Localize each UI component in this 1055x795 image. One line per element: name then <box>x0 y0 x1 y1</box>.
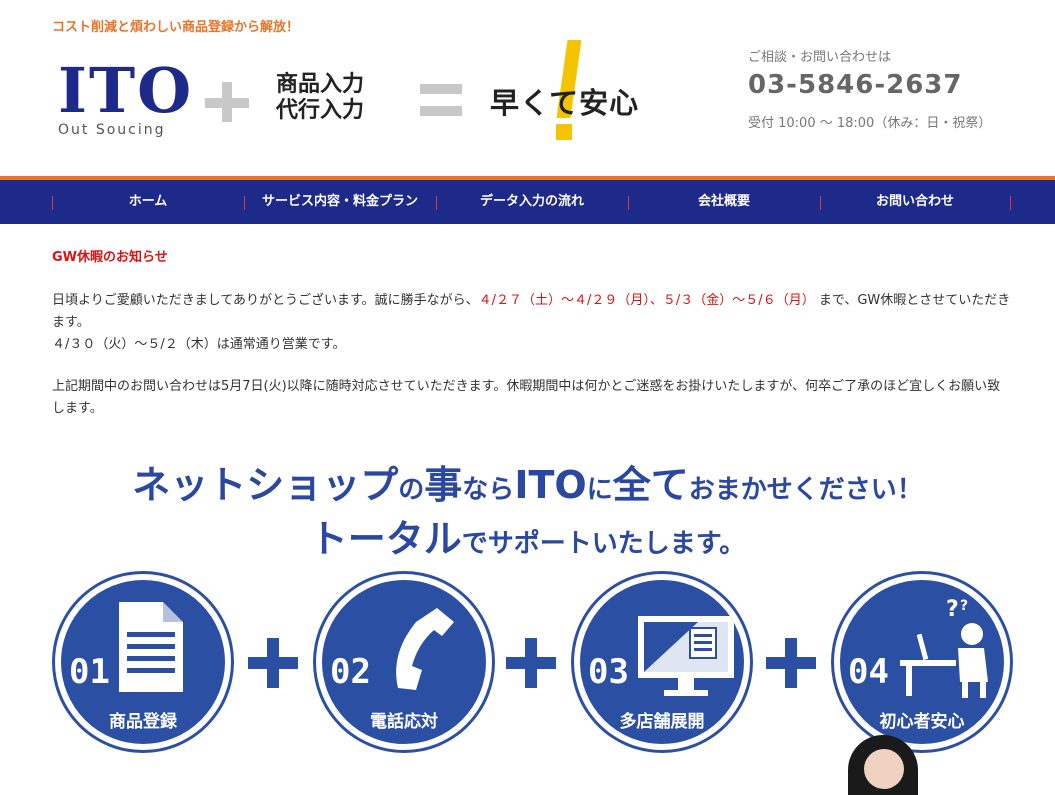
nav-item-flow[interactable]: データ入力の流れ <box>436 180 628 224</box>
contact-hours: 受付 10:00 ～ 18:00（休み：日・祝祭） <box>748 116 992 131</box>
service-label: 商品登録 <box>109 712 177 732</box>
nav-item-contact[interactable]: お問い合わせ <box>820 180 1010 224</box>
document-icon <box>119 602 183 692</box>
site-logo[interactable]: ITO Out Soucing <box>58 54 194 139</box>
nav-item-services[interactable]: サービス内容・料金プラン <box>244 180 436 224</box>
service-circle-product-registration[interactable]: 01 商品登録 <box>55 574 231 750</box>
svg-text:?: ? <box>946 597 959 622</box>
service-number: 04 <box>848 652 889 692</box>
plus-icon <box>205 82 249 122</box>
holiday-dates: ４/２７（土）～４/２９（月）、５/３（金）～５/６（月） <box>478 293 815 308</box>
monitor-icon <box>638 616 734 696</box>
main-heading: ネットショップの事ならITOに全ておまかせください！ トータルでサポートいたしま… <box>0 462 1055 570</box>
contact-label: ご相談・お問い合わせは <box>748 50 892 65</box>
plus-icon <box>506 638 556 688</box>
news-body: 日頃よりご愛顧いただきましてありがとうございます。誠に勝手ながら、４/２７（土）… <box>52 290 1012 420</box>
nav-item-home[interactable]: ホーム <box>52 180 244 224</box>
heading-line-1: ネットショップの事ならITOに全ておまかせください！ <box>132 463 923 507</box>
plus-icon <box>248 638 298 688</box>
logo-wordmark: ITO <box>58 54 194 127</box>
nav-separator <box>1010 196 1011 210</box>
service-label: 初心者安心 <box>879 712 965 732</box>
service-line-1: 商品入力 <box>276 72 365 97</box>
news-title: GW休暇のお知らせ <box>52 250 168 265</box>
person-desk-icon: ? ? <box>900 597 988 698</box>
service-line-2: 代行入力 <box>276 98 365 123</box>
header-slogan: 早くて安心 <box>490 86 640 120</box>
main-nav: ホーム サービス内容・料金プラン データ入力の流れ 会社概要 お問い合わせ <box>0 176 1055 224</box>
equals-icon <box>420 84 462 118</box>
service-number: 02 <box>330 652 371 692</box>
news-paragraph-3: 上記期間中のお問い合わせは5月7日(火)以降に随時対応させていただきます。休暇期… <box>52 379 1001 416</box>
service-circle-phone-support[interactable]: 02 電話応対 <box>316 574 492 750</box>
contact-phone[interactable]: 03-5846-2637 <box>748 70 963 100</box>
plus-icon <box>766 638 816 688</box>
service-label: 多店舗展開 <box>619 712 705 732</box>
service-circle-multi-store[interactable]: 03 多店舗展開 <box>574 574 750 750</box>
service-number: 01 <box>69 652 110 692</box>
service-number: 03 <box>588 652 629 692</box>
nav-item-company[interactable]: 会社概要 <box>628 180 820 224</box>
heading-line-2: トータルでサポートいたします。 <box>309 517 746 561</box>
news-paragraph-2: ４/３０（火）～５/２（木）は通常通り営業です。 <box>52 337 346 352</box>
service-circle-beginner[interactable]: ? ? 04 初心者安心 <box>834 574 1010 750</box>
service-title: 商品入力 代行入力 <box>276 72 364 124</box>
header-tagline: コスト削減と煩わしい商品登録から解放！ <box>52 20 300 35</box>
news-paragraph-1: 日頃よりご愛顧いただきましてありがとうございます。誠に勝手ながら、４/２７（土）… <box>52 293 1011 330</box>
svg-text:?: ? <box>960 598 968 614</box>
phone-icon <box>396 608 454 690</box>
service-label: 電話応対 <box>370 712 438 732</box>
